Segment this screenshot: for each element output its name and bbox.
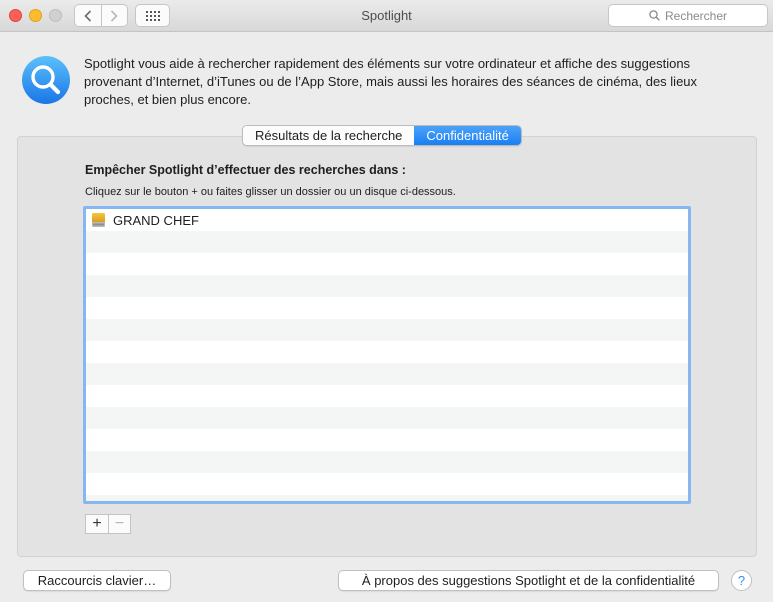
list-item-label: GRAND CHEF (113, 212, 199, 228)
help-button[interactable]: ? (731, 570, 752, 591)
about-suggestions-button[interactable]: À propos des suggestions Spotlight et de… (338, 570, 719, 591)
list-row-empty (86, 363, 688, 385)
list-row-empty (86, 407, 688, 429)
list-row-empty (86, 319, 688, 341)
list-row-empty (86, 495, 688, 501)
list-row-empty (86, 429, 688, 451)
search-icon (649, 10, 660, 21)
list-row-empty (86, 341, 688, 363)
privacy-hint: Cliquez sur le bouton + ou faites glisse… (85, 186, 456, 198)
keyboard-shortcuts-button[interactable]: Raccourcis clavier… (23, 570, 171, 591)
tab-search-results[interactable]: Résultats de la recherche (243, 126, 415, 145)
list-row-empty (86, 451, 688, 473)
spotlight-description: Spotlight vous aide à rechercher rapidem… (84, 56, 698, 107)
search-field[interactable]: Rechercher (608, 4, 768, 27)
add-button[interactable]: + (86, 515, 108, 533)
remove-button[interactable]: − (108, 515, 130, 533)
tab-privacy[interactable]: Confidentialité (414, 126, 521, 145)
list-row-empty (86, 473, 688, 495)
list-row-empty (86, 231, 688, 253)
spotlight-magnifier-icon (22, 56, 70, 104)
list-row-empty (86, 385, 688, 407)
list-row-empty (86, 253, 688, 275)
list-item[interactable]: GRAND CHEF (86, 209, 688, 231)
title-bar: Spotlight Rechercher (0, 0, 773, 32)
remove-button-label: − (114, 515, 125, 532)
tab-bar: Résultats de la recherche Confidentialit… (242, 125, 522, 146)
list-row-empty (86, 275, 688, 297)
privacy-title: Empêcher Spotlight d’effectuer des reche… (85, 163, 406, 177)
add-button-label: + (92, 515, 102, 532)
hard-drive-icon (92, 213, 105, 227)
add-remove-control: + − (85, 514, 131, 534)
search-placeholder: Rechercher (664, 8, 728, 23)
excluded-locations-list[interactable]: GRAND CHEF (83, 206, 691, 504)
list-row-empty (86, 297, 688, 319)
